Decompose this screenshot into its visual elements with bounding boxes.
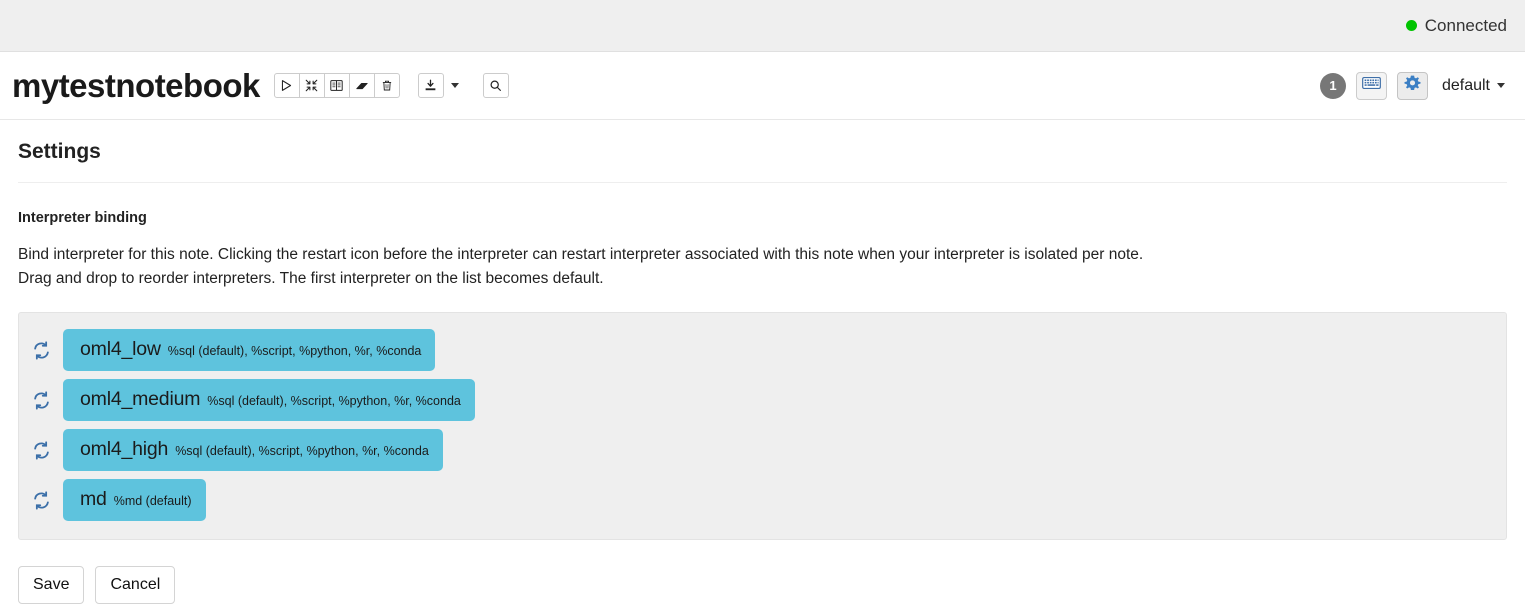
download-icon	[424, 79, 437, 92]
revision-count-badge: 1	[1319, 72, 1346, 99]
restart-interpreter-icon[interactable]	[19, 390, 63, 410]
interpreter-magics: %sql (default), %script, %python, %r, %c…	[167, 344, 422, 358]
description-line-2: Drag and drop to reorder interpreters. T…	[18, 270, 604, 287]
interpreter-chip[interactable]: oml4_high %sql (default), %script, %pytho…	[63, 429, 443, 471]
interpreter-magics: %sql (default), %script, %python, %r, %c…	[207, 394, 461, 408]
interpreter-binding-label: Interpreter binding	[18, 210, 147, 226]
book-icon	[330, 79, 344, 92]
eraser-icon	[355, 79, 369, 93]
note-header: mytestnotebook 1 default	[0, 52, 1525, 120]
save-button[interactable]: Save	[18, 566, 85, 604]
interpreter-magics: %sql (default), %script, %python, %r, %c…	[175, 444, 429, 458]
interpreter-binding-row[interactable]: oml4_low %sql (default), %script, %python…	[19, 325, 1506, 375]
collapse-arrows-icon	[305, 79, 318, 92]
restart-interpreter-icon[interactable]	[19, 490, 63, 510]
description-line-1: Bind interpreter for this note. Clicking…	[18, 246, 1144, 263]
interpreter-chip[interactable]: oml4_medium %sql (default), %script, %pyt…	[63, 379, 475, 421]
settings-divider	[18, 182, 1507, 183]
interpreter-name: oml4_high	[80, 438, 169, 460]
note-permissions-dropdown[interactable]: default	[1442, 77, 1507, 95]
settings-body: Settings Interpreter binding Bind interp…	[0, 140, 1525, 604]
collapse-all-button[interactable]	[298, 73, 325, 98]
restart-interpreter-icon[interactable]	[19, 340, 63, 360]
interpreter-binding-description: Bind interpreter for this note. Clicking…	[18, 243, 1507, 291]
top-status-bar: Connected	[0, 0, 1525, 52]
settings-actions: Save Cancel	[18, 566, 1507, 604]
interpreter-name: oml4_medium	[80, 388, 201, 410]
gear-icon	[1404, 75, 1421, 97]
export-note-button[interactable]	[417, 73, 444, 98]
connection-status-dot	[1405, 20, 1417, 31]
connection-status-label: Connected	[1424, 15, 1507, 35]
trash-icon	[381, 79, 393, 92]
show-hide-code-button[interactable]	[323, 73, 350, 98]
keyboard-shortcuts-button[interactable]	[1355, 71, 1387, 100]
interpreter-name: oml4_low	[80, 338, 161, 360]
search-code-button[interactable]	[482, 73, 509, 98]
run-all-paragraphs-button[interactable]	[273, 73, 300, 98]
delete-note-button[interactable]	[373, 73, 400, 98]
interpreter-chip[interactable]: md %md (default)	[63, 479, 206, 521]
note-action-toolbar	[273, 73, 400, 98]
interpreter-name: md	[80, 488, 107, 510]
settings-heading: Settings	[18, 140, 101, 163]
play-icon	[280, 79, 293, 92]
interpreter-chip[interactable]: oml4_low %sql (default), %script, %python…	[63, 329, 436, 371]
export-dropdown-caret[interactable]	[450, 83, 459, 88]
clear-output-button[interactable]	[348, 73, 375, 98]
connection-status: Connected	[1405, 15, 1507, 36]
interpreter-magics: %md (default)	[113, 494, 192, 508]
interpreter-binding-row[interactable]: oml4_medium %sql (default), %script, %pyt…	[19, 375, 1506, 425]
note-title[interactable]: mytestnotebook	[12, 69, 260, 102]
restart-interpreter-icon[interactable]	[19, 440, 63, 460]
keyboard-icon	[1362, 76, 1381, 95]
search-icon	[489, 79, 502, 92]
interpreter-binding-list: oml4_low %sql (default), %script, %python…	[18, 312, 1507, 540]
interpreter-binding-row[interactable]: md %md (default)	[19, 475, 1506, 525]
chevron-down-icon	[1497, 83, 1505, 88]
note-permissions-label: default	[1441, 76, 1490, 94]
cancel-button[interactable]: Cancel	[95, 566, 176, 604]
interpreter-binding-row[interactable]: oml4_high %sql (default), %script, %pytho…	[19, 425, 1506, 475]
note-settings-button[interactable]	[1396, 71, 1428, 100]
